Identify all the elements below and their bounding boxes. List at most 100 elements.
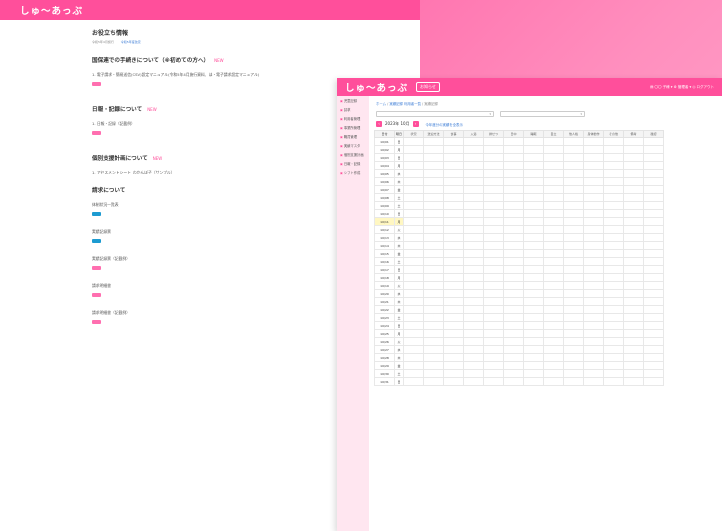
- record-cell[interactable]: [643, 361, 664, 370]
- record-cell[interactable]: [423, 281, 444, 290]
- record-cell[interactable]: [603, 161, 624, 170]
- record-cell[interactable]: [523, 193, 544, 202]
- record-cell[interactable]: [583, 305, 604, 314]
- record-cell[interactable]: [643, 265, 664, 274]
- record-cell[interactable]: [503, 169, 524, 178]
- download-button[interactable]: [92, 239, 101, 243]
- record-cell[interactable]: [443, 241, 464, 250]
- record-cell[interactable]: [403, 273, 424, 282]
- record-cell[interactable]: [603, 209, 624, 218]
- record-cell[interactable]: [403, 193, 424, 202]
- record-cell[interactable]: [483, 249, 504, 258]
- sidebar-item[interactable]: ▣ シフト作成: [337, 168, 369, 177]
- record-cell[interactable]: [463, 361, 484, 370]
- table-row[interactable]: 10/11 月: [374, 217, 664, 226]
- user-menu[interactable]: ▤ 〇〇 子様 ▾ ⚙ 管理者 ▾ ◎ ログアウト: [650, 85, 714, 90]
- record-cell[interactable]: [623, 161, 644, 170]
- record-cell[interactable]: [543, 193, 564, 202]
- record-cell[interactable]: [443, 281, 464, 290]
- record-cell[interactable]: [503, 273, 524, 282]
- record-cell[interactable]: [563, 177, 584, 186]
- record-cell[interactable]: [423, 257, 444, 266]
- record-cell[interactable]: [583, 321, 604, 330]
- record-cell[interactable]: [543, 289, 564, 298]
- record-cell[interactable]: [463, 337, 484, 346]
- sidebar-item[interactable]: ▣ 日報・記録: [337, 159, 369, 168]
- table-row[interactable]: 10/23 土: [374, 313, 664, 322]
- record-cell[interactable]: [483, 185, 504, 194]
- record-cell[interactable]: [523, 345, 544, 354]
- table-row[interactable]: 10/10 日: [374, 209, 664, 218]
- record-cell[interactable]: [443, 321, 464, 330]
- record-cell[interactable]: [443, 161, 464, 170]
- record-cell[interactable]: [623, 377, 644, 386]
- record-cell[interactable]: [623, 273, 644, 282]
- record-cell[interactable]: [503, 337, 524, 346]
- record-cell[interactable]: [503, 145, 524, 154]
- section-item[interactable]: 体制状況一覧表: [92, 202, 342, 208]
- record-cell[interactable]: [503, 193, 524, 202]
- record-cell[interactable]: [403, 225, 424, 234]
- record-cell[interactable]: [483, 337, 504, 346]
- table-row[interactable]: 10/29 金: [374, 361, 664, 370]
- record-cell[interactable]: [643, 177, 664, 186]
- table-row[interactable]: 10/24 日: [374, 321, 664, 330]
- record-cell[interactable]: [563, 361, 584, 370]
- record-cell[interactable]: [583, 177, 604, 186]
- record-cell[interactable]: [403, 137, 424, 146]
- record-cell[interactable]: [523, 329, 544, 338]
- table-row[interactable]: 10/04 月: [374, 161, 664, 170]
- record-cell[interactable]: [563, 145, 584, 154]
- record-cell[interactable]: [503, 161, 524, 170]
- record-cell[interactable]: [543, 185, 564, 194]
- record-cell[interactable]: [403, 281, 424, 290]
- record-cell[interactable]: [543, 177, 564, 186]
- table-row[interactable]: 10/21 木: [374, 297, 664, 306]
- record-cell[interactable]: [423, 265, 444, 274]
- section-item[interactable]: 請求明細書: [92, 283, 342, 289]
- record-cell[interactable]: [443, 185, 464, 194]
- record-cell[interactable]: [523, 185, 544, 194]
- record-cell[interactable]: [503, 209, 524, 218]
- record-cell[interactable]: [423, 193, 444, 202]
- record-cell[interactable]: [603, 345, 624, 354]
- record-cell[interactable]: [443, 297, 464, 306]
- table-row[interactable]: 10/18 月: [374, 273, 664, 282]
- record-cell[interactable]: [603, 369, 624, 378]
- record-cell[interactable]: [443, 361, 464, 370]
- record-cell[interactable]: [543, 345, 564, 354]
- record-cell[interactable]: [563, 353, 584, 362]
- record-cell[interactable]: [443, 305, 464, 314]
- record-cell[interactable]: [403, 241, 424, 250]
- record-cell[interactable]: [583, 361, 604, 370]
- next-month-icon[interactable]: ›: [412, 121, 419, 127]
- record-cell[interactable]: [423, 161, 444, 170]
- record-cell[interactable]: [463, 153, 484, 162]
- record-cell[interactable]: [643, 217, 664, 226]
- record-cell[interactable]: [563, 209, 584, 218]
- record-cell[interactable]: [443, 345, 464, 354]
- record-cell[interactable]: [503, 361, 524, 370]
- record-cell[interactable]: [543, 329, 564, 338]
- record-cell[interactable]: [483, 313, 504, 322]
- record-cell[interactable]: [643, 185, 664, 194]
- record-cell[interactable]: [483, 361, 504, 370]
- record-cell[interactable]: [423, 209, 444, 218]
- record-cell[interactable]: [483, 377, 504, 386]
- record-cell[interactable]: [503, 233, 524, 242]
- record-cell[interactable]: [403, 257, 424, 266]
- record-cell[interactable]: [583, 281, 604, 290]
- record-cell[interactable]: [483, 169, 504, 178]
- record-cell[interactable]: [643, 257, 664, 266]
- record-cell[interactable]: [623, 193, 644, 202]
- record-cell[interactable]: [483, 297, 504, 306]
- record-cell[interactable]: [503, 265, 524, 274]
- download-button[interactable]: [92, 212, 101, 216]
- record-cell[interactable]: [463, 265, 484, 274]
- record-cell[interactable]: [583, 273, 604, 282]
- record-cell[interactable]: [503, 177, 524, 186]
- record-cell[interactable]: [503, 297, 524, 306]
- record-cell[interactable]: [423, 137, 444, 146]
- record-cell[interactable]: [443, 265, 464, 274]
- record-cell[interactable]: [543, 305, 564, 314]
